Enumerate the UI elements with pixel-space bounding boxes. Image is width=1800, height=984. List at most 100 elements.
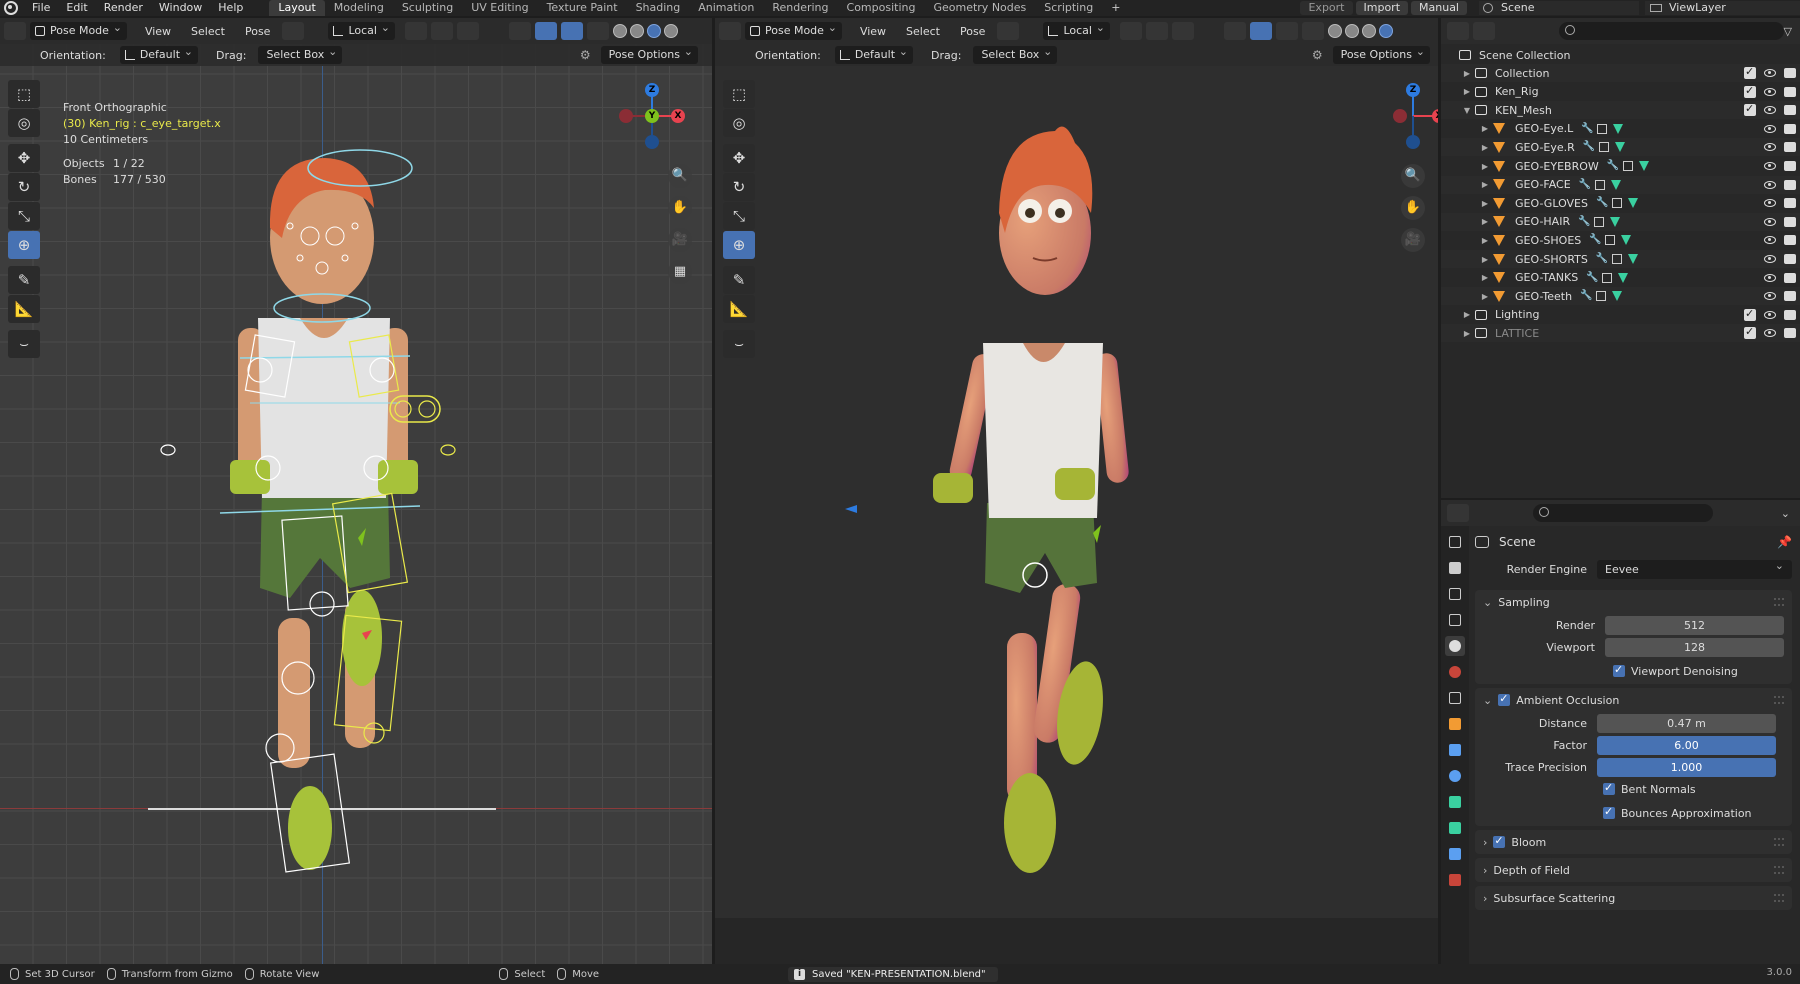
xray-icon[interactable] [586, 22, 609, 40]
properties-search[interactable] [1533, 504, 1713, 522]
shading-solid-icon[interactable] [629, 24, 644, 38]
outliner-row-ken-mesh[interactable]: ▼ KEN_Mesh [1441, 101, 1800, 120]
outliner-row-geo-hair[interactable]: ▶ GEO-HAIR 🔧 [1441, 212, 1800, 231]
proportional-icon[interactable] [456, 22, 479, 40]
ao-drag-icon[interactable] [1774, 696, 1784, 704]
data-tab[interactable] [1445, 818, 1465, 838]
menu-select-2[interactable]: Select [906, 25, 940, 38]
rotate-tool[interactable]: ↻ [8, 173, 40, 201]
viewport-denoising-row[interactable]: Viewport Denoising [1475, 658, 1792, 684]
outliner-row-collection[interactable]: ▶ Collection [1441, 64, 1800, 82]
export-button[interactable]: Export [1300, 1, 1353, 15]
shading-material-icon[interactable] [646, 24, 661, 38]
expand-right-icon[interactable]: ▶ [1481, 124, 1489, 133]
render-camera-icon[interactable] [1784, 86, 1796, 97]
ao-factor-field[interactable]: 6.00 [1597, 735, 1776, 755]
pose-options-dropdown[interactable]: Pose Options [600, 43, 698, 64]
bloom-panel[interactable]: › Bloom [1475, 830, 1792, 854]
sampling-drag-icon[interactable] [1774, 598, 1784, 606]
bloom-drag-icon[interactable] [1774, 838, 1784, 846]
transform-tool-2[interactable]: ⊕ [723, 231, 755, 259]
annotate-tool[interactable]: ✎ [8, 266, 40, 294]
expand-right-icon[interactable]: ▶ [1463, 310, 1471, 319]
dof-header[interactable]: › Depth of Field [1475, 858, 1792, 882]
outliner-row-geo-tanks[interactable]: ▶ GEO-TANKS 🔧 [1441, 269, 1800, 287]
expand-right-icon[interactable]: ▶ [1463, 87, 1471, 96]
menu-pose-2[interactable]: Pose [960, 25, 985, 38]
xray-icon-2[interactable] [1301, 22, 1324, 40]
expand-right-icon[interactable]: ▶ [1481, 273, 1489, 282]
outliner-row-ken-rig[interactable]: ▶ Ken_Rig [1441, 83, 1800, 101]
visibility-icon-2[interactable] [1223, 22, 1246, 40]
pivot-icon[interactable] [404, 22, 427, 40]
measure-tool-2[interactable]: 📐 [723, 295, 755, 323]
move-tool-2[interactable]: ✥ [723, 144, 755, 172]
menu-edit[interactable]: Edit [58, 0, 95, 16]
pan-hand-icon-2[interactable]: ✋ [1401, 196, 1425, 220]
render-camera-icon[interactable] [1784, 179, 1796, 190]
bone-envelope-tool-2[interactable]: ⌣ [723, 330, 755, 358]
camera-view-icon-2[interactable]: 🎥 [1401, 228, 1425, 252]
eye-icon[interactable] [1764, 199, 1776, 208]
gizmo-neg-x[interactable] [619, 109, 633, 123]
expand-right-icon[interactable]: ▶ [1481, 162, 1489, 171]
gizmo-toggle-icon[interactable] [534, 22, 557, 40]
pin-icon[interactable]: 📌 [1777, 535, 1792, 549]
gizmo-z[interactable]: Z [645, 83, 659, 97]
eye-icon[interactable] [1764, 273, 1776, 282]
transform-orientation-dropdown-2[interactable]: Local [1043, 19, 1110, 40]
expand-right-icon[interactable]: ▶ [1481, 180, 1489, 189]
sss-drag-icon[interactable] [1774, 894, 1784, 902]
menu-pose[interactable]: Pose [245, 25, 270, 38]
scene-selector[interactable]: Scene [1479, 1, 1639, 15]
overlay-toggle-icon-2[interactable] [1275, 22, 1298, 40]
physics-tab[interactable] [1445, 766, 1465, 786]
mode-dropdown-2[interactable]: Pose Mode [745, 19, 842, 40]
world-tab[interactable] [1445, 662, 1465, 682]
blender-logo-icon[interactable] [4, 1, 18, 15]
measure-tool[interactable]: 📐 [8, 295, 40, 323]
bounces-checkbox[interactable] [1603, 805, 1615, 819]
render-camera-icon[interactable] [1784, 328, 1796, 339]
outliner-display-icon[interactable] [1473, 22, 1495, 40]
bounces-row[interactable]: Bounces Approximation [1475, 800, 1792, 826]
exclude-checkbox[interactable] [1744, 102, 1756, 117]
add-workspace-icon[interactable]: + [1102, 0, 1129, 16]
gizmo-neg-x-2[interactable] [1393, 109, 1407, 123]
pose-options-icon[interactable] [282, 22, 305, 40]
render-engine-dropdown[interactable]: Eevee [1597, 556, 1792, 579]
tab-modeling[interactable]: Modeling [325, 0, 393, 16]
render-camera-icon[interactable] [1784, 254, 1796, 264]
cursor-tool[interactable]: ◎ [8, 109, 40, 137]
eye-icon[interactable] [1764, 236, 1776, 245]
manual-button[interactable]: Manual [1411, 1, 1467, 15]
overlay-toggle-icon[interactable] [560, 22, 583, 40]
pan-hand-icon[interactable]: ✋ [668, 196, 692, 220]
eye-icon[interactable] [1764, 162, 1776, 170]
eye-icon[interactable] [1764, 124, 1776, 133]
render-camera-icon[interactable] [1784, 291, 1796, 302]
expand-right-icon[interactable]: ▶ [1481, 236, 1489, 245]
dof-panel[interactable]: › Depth of Field [1475, 858, 1792, 882]
bent-normals-row[interactable]: Bent Normals [1475, 778, 1792, 800]
filter-icon[interactable]: ▽ [1784, 25, 1792, 38]
outliner-row-lighting[interactable]: ▶ Lighting [1441, 306, 1800, 324]
collection-tab[interactable] [1445, 688, 1465, 708]
view-layer-selector[interactable]: ViewLayer [1645, 1, 1800, 15]
transform-tool[interactable]: ⊕ [8, 231, 40, 259]
proportional-icon-2[interactable] [1171, 22, 1194, 40]
render-camera-icon[interactable] [1784, 198, 1796, 209]
zoom-icon[interactable]: 🔍 [668, 164, 692, 188]
zoom-icon-2[interactable]: 🔍 [1401, 164, 1425, 188]
exclude-checkbox[interactable] [1744, 325, 1756, 340]
shading-material-icon-2[interactable] [1361, 24, 1376, 38]
tool-tab[interactable] [1445, 532, 1465, 552]
menu-view-2[interactable]: View [860, 25, 886, 38]
shading-rendered-icon-2[interactable] [1378, 24, 1393, 38]
menu-help[interactable]: Help [210, 0, 251, 16]
expand-right-icon[interactable]: ▶ [1481, 143, 1489, 152]
eye-icon[interactable] [1764, 106, 1776, 115]
properties-options-icon[interactable]: ⌄ [1781, 507, 1790, 520]
outliner-row-geo-gloves[interactable]: ▶ GEO-GLOVES 🔧 [1441, 194, 1800, 212]
expand-right-icon[interactable]: ▶ [1481, 217, 1489, 226]
